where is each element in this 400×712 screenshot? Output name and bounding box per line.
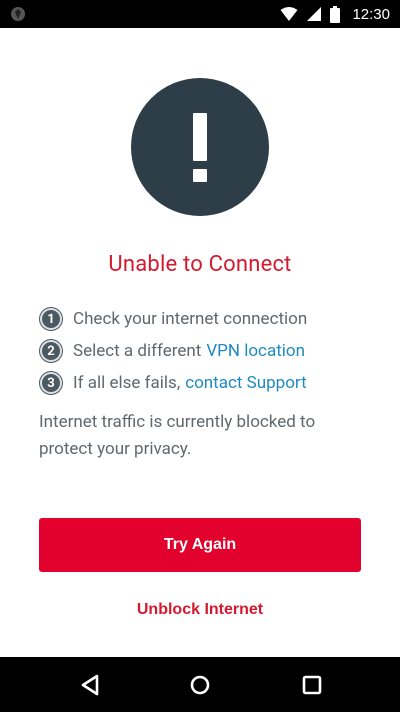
step-number-badge: 3 xyxy=(40,372,62,394)
vpn-location-link[interactable]: VPN location xyxy=(206,341,305,361)
step-3: 3 If all else fails, contact Support xyxy=(40,367,370,399)
battery-icon xyxy=(330,5,341,23)
step-1: 1 Check your internet connection xyxy=(40,303,370,335)
unblock-internet-button[interactable]: Unblock Internet xyxy=(0,601,400,619)
step-text: Select a different xyxy=(73,341,202,361)
try-again-button[interactable]: Try Again xyxy=(39,518,361,572)
status-icons: 12:30 xyxy=(280,0,390,28)
navigation-bar xyxy=(0,657,400,712)
step-number-badge: 1 xyxy=(40,308,62,330)
status-bar: 12:30 xyxy=(0,0,400,28)
cell-signal-icon xyxy=(307,7,322,21)
exclamation-dot xyxy=(193,169,207,182)
screen: 12:30 Unable to Connect 1 Check your int… xyxy=(0,0,400,712)
contact-support-link[interactable]: contact Support xyxy=(185,373,306,393)
exclamation-bar xyxy=(193,113,207,161)
troubleshoot-steps: 1 Check your internet connection 2 Selec… xyxy=(40,303,370,399)
step-text: Check your internet connection xyxy=(73,309,308,329)
info-text: Internet traffic is currently blocked to… xyxy=(39,412,316,459)
status-time: 12:30 xyxy=(352,5,390,23)
alert-circle xyxy=(131,78,269,216)
app-notification-icon xyxy=(11,7,25,21)
back-icon[interactable] xyxy=(76,671,104,699)
wifi-icon xyxy=(280,7,298,21)
step-text: If all else fails, xyxy=(73,373,181,393)
page-title: Unable to Connect xyxy=(108,252,292,277)
recents-icon[interactable] xyxy=(298,671,326,699)
step-number-badge: 2 xyxy=(40,340,62,362)
step-2: 2 Select a different VPN location xyxy=(40,335,370,367)
home-icon[interactable] xyxy=(186,671,214,699)
